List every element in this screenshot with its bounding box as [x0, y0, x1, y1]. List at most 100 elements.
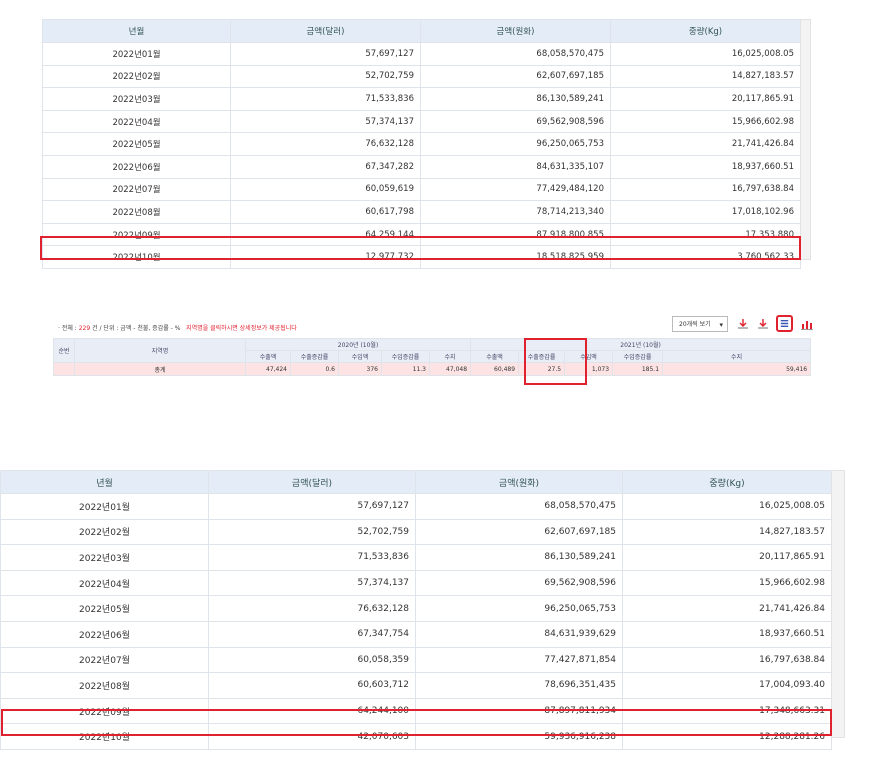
cell-month: 2022년06월 [42, 154, 231, 179]
cell-usd: 57,374,137 [230, 109, 421, 134]
cell-weight: 16,797,638.84 [622, 646, 832, 674]
cell-usd: 57,374,137 [208, 569, 416, 597]
col-header-weight[interactable]: 중량(Kg) [622, 470, 832, 494]
page-size-value: 20개씩 보기 [679, 321, 711, 328]
table-row: 2022년02월 52,702,759 62,607,697,185 14,827,1… [42, 64, 801, 89]
chevron-down-icon: ▾ [719, 321, 723, 329]
cell-krw: 62,607,697,185 [415, 518, 623, 546]
table-row: 2022년04월 57,374,137 69,562,908,596 15,966,6… [42, 109, 801, 134]
cell-weight: 21,741,426.84 [610, 132, 801, 156]
cell-weight: 14,827,183.57 [610, 64, 801, 89]
col-header-import-growth: 수입증감률 [381, 350, 430, 363]
col-header-import-amount: 수입액 [338, 350, 382, 363]
cell-krw: 84,631,335,107 [420, 154, 611, 179]
cell-usd: 60,603,712 [208, 672, 416, 699]
col-header-export-amount: 수출액 [245, 350, 291, 363]
total-import-growth-p2020: 11.3 [381, 362, 430, 376]
col-header-krw[interactable]: 금액(원화) [415, 470, 623, 494]
cell-seq [53, 362, 75, 376]
cell-weight: 21,741,426.84 [622, 595, 832, 622]
result-meta: · 전체 : 229 건 / 단위 : 금액 - 천불, 증감률 - % 지역명… [58, 323, 297, 332]
cell-usd: 67,347,282 [230, 154, 421, 179]
meta-prefix: · 전체 : [58, 325, 79, 332]
total-balance-p2020: 47,048 [428, 362, 472, 376]
col-header-month[interactable]: 년월 [0, 470, 209, 494]
cell-usd: 60,617,798 [230, 200, 421, 224]
total-balance-p2021: 59,416 [662, 362, 812, 376]
cell-krw: 77,427,871,854 [415, 646, 623, 674]
cell-krw: 86,130,589,241 [420, 87, 611, 111]
download-alt-icon[interactable] [756, 317, 770, 331]
cell-month: 2022년03월 [0, 544, 209, 571]
col-header-usd[interactable]: 금액(달러) [230, 19, 421, 43]
col-header-export-amount: 수출액 [470, 350, 520, 363]
cell-weight: 16,025,008.05 [610, 42, 801, 66]
highlight-box-export-2021 [524, 338, 587, 385]
monthly-export-table-top: 년월 금액(달러) 금액(원화) 중량(Kg) 2022년01월 57,697,1… [42, 19, 801, 269]
cell-krw: 62,607,697,185 [420, 64, 611, 89]
cell-krw: 96,250,065,753 [420, 132, 611, 156]
meta-unit: 건 / 단위 : 금액 - 천불, 증감률 - % [90, 325, 181, 332]
table-row: 2022년08월 60,603,712 78,696,351,435 17,004,0… [0, 672, 832, 699]
col-header-region: 지역명 [74, 338, 246, 363]
cell-usd: 60,058,359 [208, 646, 416, 674]
table-row: 2022년07월 60,058,359 77,427,871,854 16,797,6… [0, 646, 832, 674]
col-header-usd[interactable]: 금액(달러) [208, 470, 416, 494]
cell-weight: 16,025,008.05 [622, 493, 832, 520]
bar-chart-icon[interactable] [800, 317, 814, 331]
cell-usd: 67,347,754 [208, 620, 416, 648]
table-scrollbar[interactable] [831, 470, 845, 738]
total-export-amount-p2021: 60,489 [470, 362, 520, 376]
table-scrollbar[interactable] [800, 19, 811, 260]
col-header-weight[interactable]: 중량(Kg) [610, 19, 801, 43]
table-row: 2022년01월 57,697,127 68,058,570,475 16,025,0… [42, 42, 801, 66]
cell-month: 2022년07월 [0, 646, 209, 674]
cell-month: 2022년02월 [0, 518, 209, 546]
cell-krw: 69,562,908,596 [415, 569, 623, 597]
cell-weight: 14,827,183.57 [622, 518, 832, 546]
cell-weight: 17,018,102.96 [610, 200, 801, 224]
col-header-import-growth: 수입증감률 [612, 350, 664, 363]
total-label[interactable]: 총계 [74, 362, 246, 376]
cell-usd: 57,697,127 [208, 493, 416, 520]
page-size-select[interactable]: 20개씩 보기 ▾ [672, 316, 728, 332]
cell-usd: 71,533,836 [208, 544, 416, 571]
cell-usd: 76,632,128 [230, 132, 421, 156]
cell-month: 2022년01월 [0, 493, 209, 520]
table-row: 2022년04월 57,374,137 69,562,908,596 15,966,6… [0, 569, 832, 597]
cell-month: 2022년08월 [0, 672, 209, 699]
col-header-month[interactable]: 년월 [42, 19, 231, 43]
cell-month: 2022년04월 [42, 109, 231, 134]
cell-weight: 18,937,660.51 [622, 620, 832, 648]
table-header-row: 년월 금액(달러) 금액(원화) 중량(Kg) [42, 19, 801, 43]
region-summary-table: 순번 지역명 2020년 (10월) 2021년 (10월) 수출액 수출증감률 수… [53, 338, 812, 376]
cell-usd: 60,059,619 [230, 177, 421, 202]
table-row: 2022년02월 52,702,759 62,607,697,185 14,827,1… [0, 518, 832, 546]
table-row: 2022년08월 60,617,798 78,714,213,340 17,018,1… [42, 200, 801, 224]
col-header-krw[interactable]: 금액(원화) [420, 19, 611, 43]
cell-month: 2022년06월 [0, 620, 209, 648]
col-header-seq: 순번 [53, 338, 75, 363]
cell-month: 2022년04월 [0, 569, 209, 597]
cell-usd: 57,697,127 [230, 42, 421, 66]
table-row: 2022년03월 71,533,836 86,130,589,241 20,117,8… [0, 544, 832, 571]
cell-weight: 15,966,602.98 [610, 109, 801, 134]
col-header-balance: 수지 [428, 350, 472, 363]
cell-krw: 69,562,908,596 [420, 109, 611, 134]
cell-krw: 68,058,570,475 [415, 493, 623, 520]
table-row: 2022년05월 76,632,128 96,250,065,753 21,741,4… [42, 132, 801, 156]
cell-krw: 68,058,570,475 [420, 42, 611, 66]
cell-weight: 20,117,865.91 [610, 87, 801, 111]
cell-month: 2022년01월 [42, 42, 231, 66]
table-header-row: 년월 금액(달러) 금액(원화) 중량(Kg) [0, 470, 832, 494]
table-row-total: 총계 47,424 0.6 376 11.3 47,048 60,489 27.5 1,073… [53, 362, 812, 376]
table-row: 2022년06월 67,347,282 84,631,335,107 18,937,6… [42, 154, 801, 179]
table-row: 2022년01월 57,697,127 68,058,570,475 16,025,0… [0, 493, 832, 520]
summary-header-row-1: 순번 지역명 2020년 (10월) 2021년 (10월) [53, 338, 812, 363]
meta-notice: 지역명을 클릭하시면 상세정보가 제공됩니다 [186, 325, 297, 332]
download-icon[interactable] [736, 317, 750, 331]
col-header-balance: 수지 [662, 350, 812, 363]
cell-weight: 17,004,093.40 [622, 672, 832, 699]
list-icon[interactable] [776, 315, 793, 332]
cell-month: 2022년05월 [42, 132, 231, 156]
